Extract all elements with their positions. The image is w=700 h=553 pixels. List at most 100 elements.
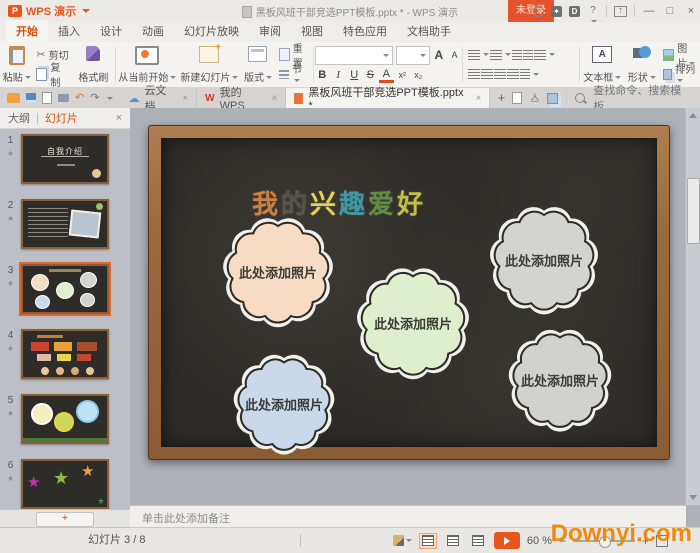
vertical-scrollbar[interactable] — [685, 108, 700, 505]
maximize-button[interactable]: □ — [663, 5, 677, 17]
new-slide-button[interactable]: 新建幻灯片 — [178, 42, 240, 87]
add-slide-button[interactable]: + — [36, 511, 94, 527]
undo-icon[interactable]: ↶ — [75, 88, 84, 108]
close-icon[interactable]: × — [272, 93, 278, 104]
pen-icon[interactable] — [392, 535, 404, 546]
align-center-button[interactable] — [480, 69, 493, 80]
tab-outline[interactable]: 大纲 — [8, 110, 30, 126]
new-document-tab-button[interactable]: + — [490, 88, 512, 108]
tab-design[interactable]: 设计 — [90, 20, 132, 42]
increase-indent-button[interactable] — [522, 49, 533, 60]
slide-thumbnail-6[interactable]: 6 ★ ★ ★ ★ ★ — [0, 459, 130, 509]
justify-button[interactable] — [506, 69, 519, 80]
app-menu-button[interactable]: P WPS 演示 — [0, 0, 98, 22]
text-direction-button[interactable] — [533, 49, 546, 60]
scroll-up-icon[interactable] — [689, 113, 697, 118]
play-from-current-button[interactable]: 从当前开始 — [116, 42, 178, 87]
underline-button[interactable]: U — [347, 68, 362, 83]
reset-button[interactable]: 重置 — [276, 44, 312, 70]
slideshow-play-button[interactable] — [493, 532, 520, 549]
photo-placeholder-text[interactable]: 此处添加照片 — [245, 395, 323, 414]
format-painter-button[interactable]: 格式刷 — [73, 42, 113, 87]
brush-icon — [86, 46, 101, 61]
help-icon[interactable]: ? — [587, 5, 599, 23]
italic-button[interactable]: I — [331, 68, 346, 83]
align-left-button[interactable] — [467, 69, 480, 80]
account-icon[interactable]: 亼 — [530, 88, 539, 108]
photo-placeholder-text[interactable]: 此处添加照片 — [239, 263, 317, 282]
photo-placeholder-text[interactable]: 此处添加照片 — [521, 371, 599, 390]
tab-doc-assistant[interactable]: 文档助手 — [397, 20, 461, 42]
picture-button[interactable]: 图片 — [660, 44, 700, 70]
tab-special-features[interactable]: 特色应用 — [333, 20, 397, 42]
line-spacing-button[interactable] — [519, 69, 530, 80]
paste-button[interactable]: 粘贴 — [0, 42, 33, 87]
app-title: WPS 演示 — [26, 6, 77, 18]
export-icon[interactable] — [42, 92, 52, 104]
tab-home[interactable]: 开始 — [6, 20, 48, 42]
decrease-indent-button[interactable] — [511, 49, 522, 60]
tab-insert[interactable]: 插入 — [48, 20, 90, 42]
scrollbar-thumb[interactable] — [687, 178, 700, 244]
sync-icon[interactable] — [533, 5, 544, 17]
slide-thumbnail-3[interactable]: 3 ★ — [0, 264, 130, 314]
normal-view-button[interactable] — [418, 532, 437, 549]
theme-icon[interactable]: D — [569, 5, 580, 17]
bullets-button[interactable] — [467, 49, 480, 60]
scroll-down-icon[interactable] — [689, 495, 697, 500]
chevron-down-icon[interactable] — [107, 96, 114, 100]
arrange-button[interactable]: 排列 — [660, 65, 700, 83]
open-icon[interactable] — [7, 93, 20, 103]
tab-cloud-docs[interactable]: ☁ 云文档 × — [120, 85, 198, 113]
subscript-button[interactable]: x₂ — [411, 68, 426, 83]
switch-window-icon[interactable] — [547, 92, 559, 104]
save-icon[interactable] — [26, 93, 36, 103]
slide-thumbnail-4[interactable]: 4 ★ — [0, 329, 130, 379]
photo-placeholder-text[interactable]: 此处添加照片 — [374, 314, 452, 333]
font-color-button[interactable]: A — [378, 68, 394, 83]
slide-thumbnail-2[interactable]: 2 ★ — [0, 199, 130, 249]
feedback-icon[interactable] — [512, 92, 523, 104]
chevron-down-icon[interactable] — [405, 539, 412, 542]
tab-animation[interactable]: 动画 — [132, 20, 174, 42]
font-size-select[interactable] — [396, 46, 430, 66]
close-icon[interactable]: × — [116, 112, 122, 124]
settings-icon[interactable]: ✦ — [551, 5, 562, 17]
tab-slides[interactable]: 幻灯片 — [45, 110, 78, 126]
scissors-icon: ✂ — [36, 49, 46, 62]
slide-thumbnail-1[interactable]: 1 ★ 自我介绍 — [0, 134, 130, 184]
tab-my-wps[interactable]: W 我的WPS × — [197, 87, 287, 112]
sidebar-footer: + — [0, 509, 130, 528]
reading-view-button[interactable] — [469, 533, 487, 549]
numbering-button[interactable] — [489, 49, 502, 60]
tab-review[interactable]: 审阅 — [249, 20, 291, 42]
print-icon[interactable] — [58, 94, 69, 102]
collapse-ribbon-icon[interactable]: ↑ — [614, 5, 627, 17]
notes-placeholder: 单击此处添加备注 — [142, 512, 230, 525]
copy-button[interactable]: 复制 — [33, 63, 73, 89]
tab-current-document[interactable]: 黑板风班干部竞选PPT模板.pptx * × — [286, 87, 491, 112]
close-button[interactable]: × — [684, 5, 698, 17]
grow-font-button[interactable]: A — [433, 48, 446, 63]
layout-button[interactable]: 版式 — [240, 42, 275, 87]
strikethrough-button[interactable]: S — [363, 68, 378, 83]
slide-thumbnail-5[interactable]: 5 ★ — [0, 394, 130, 444]
section-button[interactable]: 节 — [276, 65, 312, 83]
minimize-button[interactable]: — — [642, 5, 656, 17]
slide-sorter-view-button[interactable] — [444, 533, 462, 549]
shapes-button[interactable]: 形状 — [623, 42, 660, 87]
close-icon[interactable]: × — [182, 93, 188, 104]
superscript-button[interactable]: x² — [395, 68, 410, 83]
thumbnail-preview — [21, 394, 109, 444]
photo-placeholder-text[interactable]: 此处添加照片 — [505, 251, 583, 270]
font-name-select[interactable] — [314, 46, 394, 66]
slide-editor[interactable]: 我的兴趣爱好 此处添加照片 此处添加照片 此处添加照片 此处添加照片 此处添加照片 — [148, 125, 670, 460]
shrink-font-button[interactable]: A — [448, 48, 461, 63]
close-icon[interactable]: × — [476, 93, 482, 104]
tab-view[interactable]: 视图 — [291, 20, 333, 42]
tab-slideshow[interactable]: 幻灯片放映 — [174, 20, 249, 42]
align-right-button[interactable] — [493, 69, 506, 80]
textbox-button[interactable]: A 文本框 — [581, 42, 623, 87]
bold-button[interactable]: B — [315, 68, 330, 83]
redo-icon[interactable]: ↷ — [90, 88, 99, 108]
